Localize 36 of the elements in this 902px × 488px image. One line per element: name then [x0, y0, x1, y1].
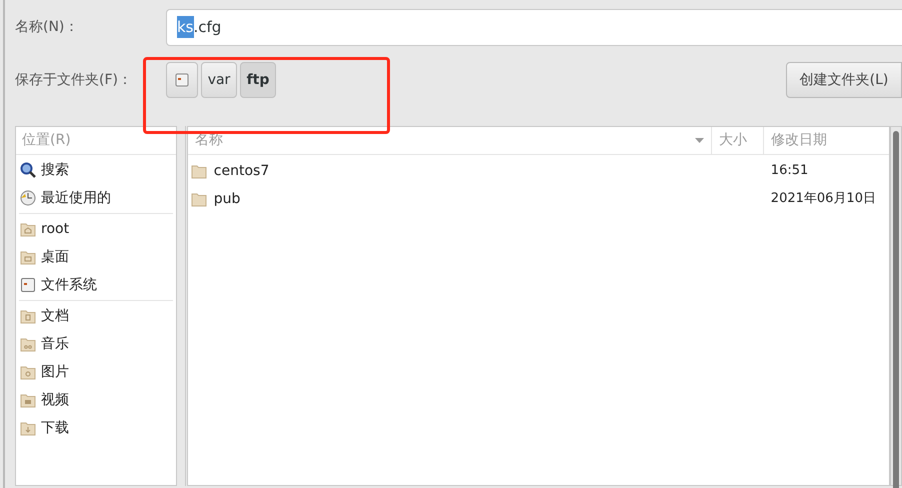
place-item[interactable]: 文件系统 — [41, 274, 97, 296]
desktop-folder-icon — [20, 250, 36, 264]
place-item[interactable]: 图片 — [41, 362, 69, 382]
place-item[interactable]: 下载 — [41, 418, 69, 438]
place-item[interactable]: 桌面 — [41, 246, 69, 268]
place-item[interactable]: 音乐 — [41, 334, 69, 354]
clock-icon — [20, 190, 36, 206]
path-button[interactable]: ftp — [240, 62, 276, 98]
place-item[interactable]: 最近使用的 — [41, 188, 111, 208]
file-name[interactable]: centos7 — [214, 160, 270, 182]
name-label: 名称(N)： — [15, 18, 80, 36]
modified-date: 2021年06月10日 — [770, 190, 876, 208]
drive-icon — [20, 277, 36, 293]
camera-folder-icon — [20, 364, 36, 380]
name-field[interactable]: ks.cfg — [166, 8, 902, 46]
place-item[interactable]: 视频 — [41, 390, 69, 410]
place-item[interactable]: root — [41, 218, 70, 240]
music-folder-icon — [20, 336, 36, 352]
folder-label: 保存于文件夹(F)： — [15, 70, 133, 90]
drive-path-button[interactable] — [166, 62, 198, 98]
place-item[interactable]: 搜索 — [41, 160, 69, 180]
scrollbar[interactable] — [890, 126, 902, 486]
modified-date: 16:51 — [770, 162, 808, 180]
file-name[interactable]: pub — [214, 188, 240, 210]
path-button[interactable]: var — [201, 62, 237, 98]
download-folder-icon — [20, 420, 36, 436]
search-icon — [20, 162, 36, 178]
video-folder-icon — [20, 392, 36, 408]
document-folder-icon — [20, 308, 36, 324]
place-item[interactable]: 文档 — [41, 306, 69, 326]
folder-icon — [190, 164, 207, 178]
create-folder-button[interactable]: 创建文件夹(L) — [786, 62, 902, 98]
drive-icon — [175, 73, 189, 87]
folder-icon — [190, 192, 207, 206]
places-header: 位置(R) — [22, 131, 71, 150]
home-folder-icon — [20, 222, 36, 236]
